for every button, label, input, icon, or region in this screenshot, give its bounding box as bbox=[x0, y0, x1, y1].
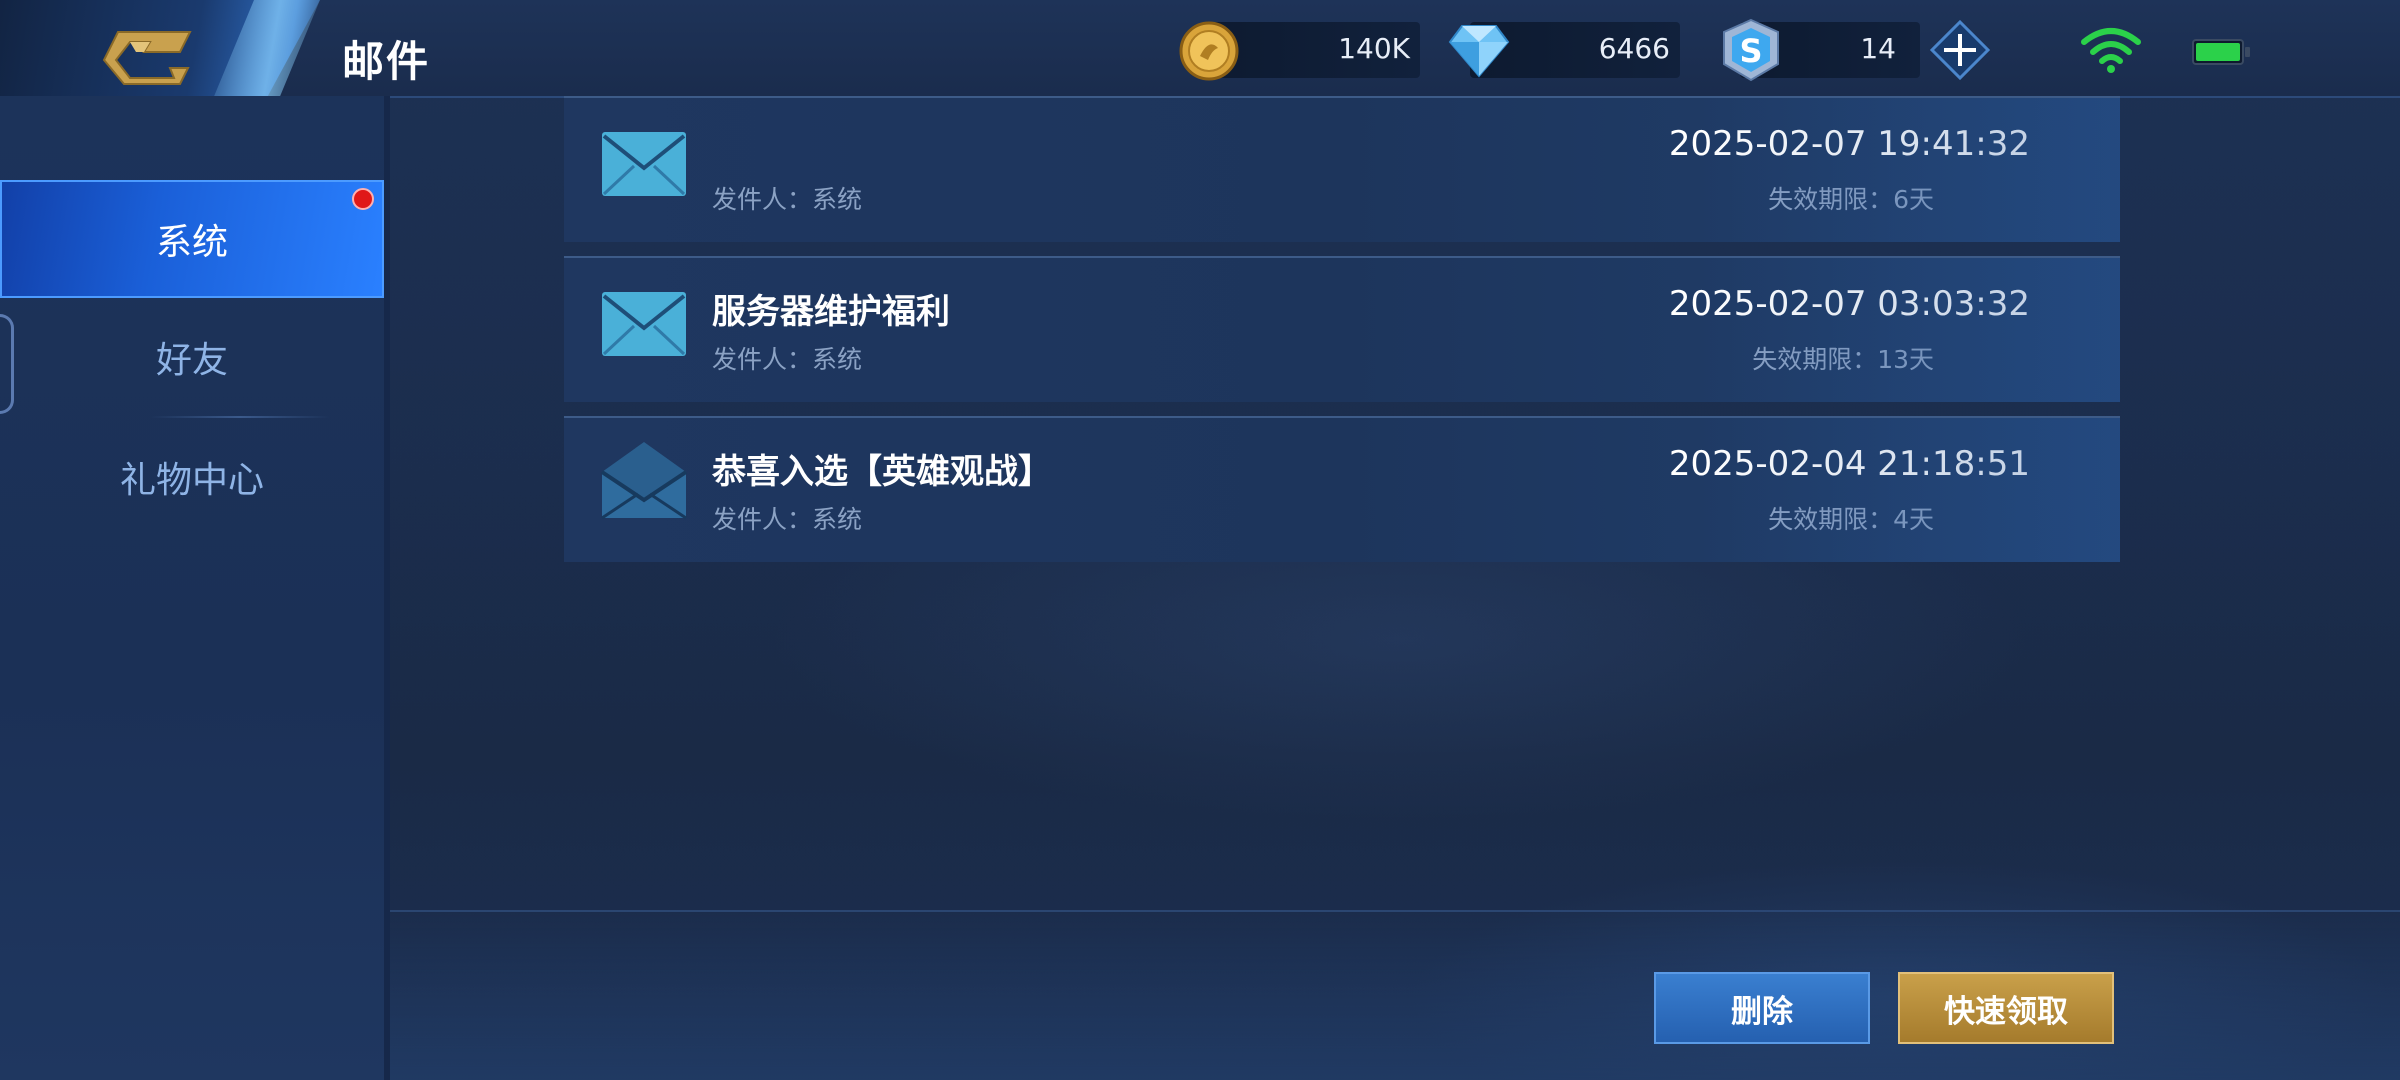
coupon-icon: S bbox=[1723, 18, 1779, 82]
gold-value: 140K bbox=[1338, 32, 1410, 65]
top-bar: 邮件 140K 6466 14 S bbox=[0, 0, 2400, 106]
mail-expire: 失效期限：13天 bbox=[1752, 345, 1934, 374]
battery-icon bbox=[2192, 39, 2250, 65]
mail-item[interactable]: 恭喜入选【英雄观战】 发件人：系统 2025-02-04 21:18:51 失效… bbox=[564, 416, 2120, 562]
plus-icon bbox=[1929, 19, 1991, 81]
mail-sender: 发件人：系统 bbox=[712, 185, 863, 214]
sidebar-item-friends[interactable]: 好友 bbox=[0, 298, 384, 416]
mail-subject: 服务器维护福利 bbox=[712, 292, 950, 332]
mail-time: 2025-02-04 21:18:51 bbox=[1668, 444, 2030, 484]
sidebar-item-label: 礼物中心 bbox=[119, 460, 264, 501]
page-title: 邮件 bbox=[342, 37, 431, 86]
sidebar-item-label: 好友 bbox=[155, 340, 228, 381]
mail-expire: 失效期限：6天 bbox=[1768, 185, 1934, 214]
mail-sender: 发件人：系统 bbox=[712, 345, 863, 374]
wifi-icon bbox=[2081, 28, 2141, 73]
svg-text:S: S bbox=[1739, 32, 1762, 70]
mail-sender: 发件人：系统 bbox=[712, 505, 863, 534]
mail-item[interactable]: 发件人：系统 2025-02-07 19:41:32 失效期限：6天 bbox=[564, 96, 2120, 242]
add-coupon-button[interactable] bbox=[1929, 19, 1991, 81]
sidebar-item-label: 系统 bbox=[155, 222, 228, 263]
coupon-value: 14 bbox=[1860, 32, 1896, 65]
mail-subject: 恭喜入选【英雄观战】 bbox=[712, 452, 1052, 492]
gold-coin-icon bbox=[1179, 21, 1239, 81]
back-button[interactable] bbox=[100, 18, 210, 88]
diamond-value: 6466 bbox=[1598, 32, 1670, 65]
envelope-closed-icon bbox=[602, 292, 686, 356]
diamond-icon bbox=[1448, 25, 1510, 78]
mail-expire: 失效期限：4天 bbox=[1768, 505, 1934, 534]
sidebar-item-gift-center[interactable]: 礼物中心 bbox=[0, 418, 384, 536]
envelope-closed-icon bbox=[602, 132, 686, 196]
mail-time: 2025-02-07 03:03:32 bbox=[1668, 284, 2030, 324]
sidebar-item-system[interactable]: 系统 bbox=[0, 180, 384, 298]
sidebar: 系统 好友 礼物中心 bbox=[0, 96, 390, 1080]
envelope-open-icon bbox=[600, 442, 688, 520]
delete-button[interactable]: 删除 bbox=[1654, 972, 1870, 1044]
mail-item[interactable]: 服务器维护福利 发件人：系统 2025-02-07 03:03:32 失效期限：… bbox=[564, 256, 2120, 402]
mail-time: 2025-02-07 19:41:32 bbox=[1668, 124, 2030, 164]
quick-claim-button[interactable]: 快速领取 bbox=[1898, 972, 2114, 1044]
back-arrow-icon bbox=[102, 31, 192, 85]
notification-dot bbox=[352, 188, 374, 210]
